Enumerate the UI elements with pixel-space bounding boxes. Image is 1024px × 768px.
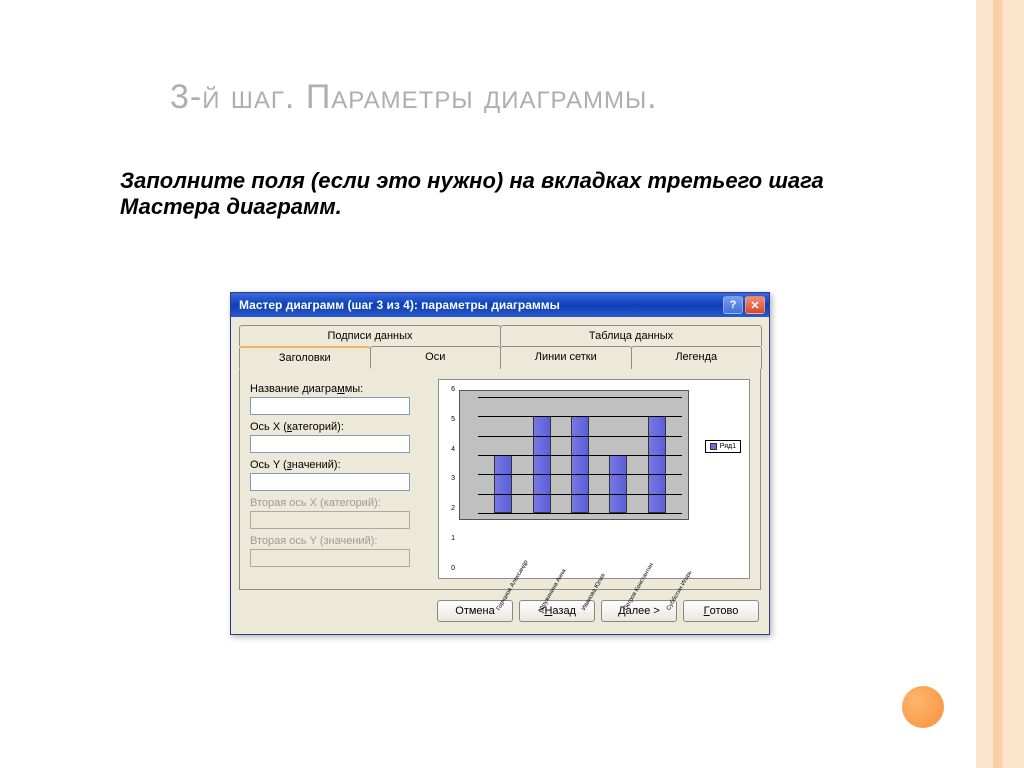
chart-plot-area [459, 390, 689, 520]
label-axis-x2: Вторая ось X (категорий): [250, 497, 430, 509]
slide-accent-dot [902, 686, 944, 728]
slide-subtitle: Заполните поля (если это нужно) на вклад… [120, 168, 924, 221]
slide-title: 3-й шаг. Параметры диаграммы. [170, 78, 934, 117]
slide-accent-stripe [976, 0, 1024, 768]
input-axis-x[interactable] [250, 435, 410, 453]
input-axis-x2 [250, 511, 410, 529]
label-axis-x: Ось X (категорий): [250, 421, 430, 433]
tab-legend[interactable]: Легенда [631, 346, 763, 369]
tab-titles[interactable]: Заголовки [239, 346, 371, 369]
label-chart-title: Название диаграммы: [250, 383, 430, 395]
chart-bar [494, 455, 512, 513]
chart-wizard-dialog: Мастер диаграмм (шаг 3 из 4): параметры … [230, 292, 770, 635]
dialog-title: Мастер диаграмм (шаг 3 из 4): параметры … [239, 298, 721, 312]
y-axis-ticks: 0 1 2 3 4 5 6 [441, 386, 455, 572]
legend-label: Ряд1 [720, 443, 736, 450]
tab-axes[interactable]: Оси [370, 346, 502, 369]
input-chart-title[interactable] [250, 397, 410, 415]
tab-data-table[interactable]: Таблица данных [500, 325, 762, 346]
legend-swatch-icon [710, 443, 717, 450]
tab-area: Подписи данных Таблица данных Заголовки … [231, 317, 769, 590]
label-axis-y: Ось Y (значений): [250, 459, 430, 471]
input-axis-y2 [250, 549, 410, 567]
titles-form: Название диаграммы: Ось X (категорий): О… [250, 379, 430, 579]
input-axis-y[interactable] [250, 473, 410, 491]
chart-bar [533, 416, 551, 513]
close-button[interactable]: ✕ [745, 296, 765, 314]
tab-gridlines[interactable]: Линии сетки [500, 346, 632, 369]
chart-bar [609, 455, 627, 513]
chart-bar [571, 416, 589, 513]
chart-legend: Ряд1 [705, 440, 741, 453]
tab-data-labels[interactable]: Подписи данных [239, 325, 501, 346]
next-button[interactable]: Далее > [601, 600, 677, 622]
chart-preview: 0 1 2 3 4 5 6 Ряд1 Горчаков Але [438, 379, 750, 579]
label-axis-y2: Вторая ось Y (значений): [250, 535, 430, 547]
x-axis-labels: Горчаков АлександрДружинина АннаИванова … [475, 570, 687, 576]
chart-bar [648, 416, 666, 513]
dialog-button-row: Отмена < Назад Далее > Готово [231, 590, 769, 634]
help-button[interactable]: ? [723, 296, 743, 314]
finish-button[interactable]: Готово [683, 600, 759, 622]
tab-content-titles: Название диаграммы: Ось X (категорий): О… [239, 368, 761, 590]
dialog-titlebar[interactable]: Мастер диаграмм (шаг 3 из 4): параметры … [231, 293, 769, 317]
